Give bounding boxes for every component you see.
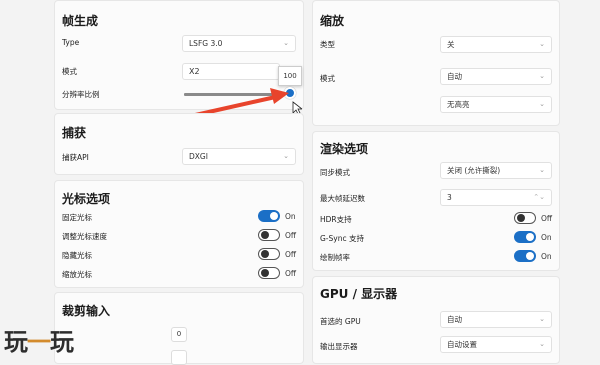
slider-value-tooltip: 100 [278, 66, 302, 86]
toggle-switch[interactable] [258, 229, 280, 241]
frame-gen-title: 帧生成 [62, 14, 99, 28]
toggle-switch[interactable] [258, 210, 280, 222]
gpu-title: GPU / 显示器 [320, 287, 398, 301]
type-select-value: LSFG 3.0 [189, 39, 223, 48]
toggle-label: HDR支持 [320, 215, 352, 224]
chevron-down-icon: ⌄ [283, 39, 289, 47]
toggle-knob [261, 231, 269, 239]
toggle-switch[interactable] [514, 250, 536, 262]
toggle-switch[interactable] [258, 248, 280, 260]
toggle-label: 绘制帧率 [320, 253, 350, 262]
output-display-select[interactable]: 自动设置 ⌄ [440, 336, 552, 353]
crop-title: 裁剪输入 [62, 304, 111, 318]
toggle-knob [517, 214, 525, 222]
scaling-type-label: 类型 [320, 40, 335, 49]
toggle-knob [270, 212, 278, 220]
sync-mode-value: 关闭 (允许撕裂) [447, 166, 501, 175]
toggle-label: 调整光标速度 [62, 232, 107, 241]
ratio-slider-fill [184, 93, 290, 96]
toggle-knob [526, 233, 534, 241]
watermark-right: 玩 [50, 327, 74, 356]
scaling-title: 缩放 [320, 14, 345, 28]
crop-input-2[interactable] [171, 350, 187, 365]
toggle-knob [526, 252, 534, 260]
sync-mode-label: 同步模式 [320, 168, 350, 177]
scaling-type-select[interactable]: 关 ⌄ [440, 36, 552, 53]
scaling-extra-value: 无高亮 [447, 100, 470, 109]
toggle-state-label: On [541, 233, 552, 242]
render-title: 渲染选项 [320, 142, 369, 156]
toggle-knob [261, 269, 269, 277]
toggle-switch[interactable] [258, 267, 280, 279]
output-display-label: 输出显示器 [320, 342, 358, 351]
gpu-label: 首选的 GPU [320, 317, 361, 326]
capture-api-value: DXGI [189, 152, 208, 161]
chevron-down-icon: ⌄ [539, 340, 545, 348]
scaling-mode-label: 模式 [320, 74, 335, 83]
toggle-label: 缩放光标 [62, 270, 92, 279]
capture-api-select[interactable]: DXGI ⌄ [182, 148, 296, 165]
mode-input[interactable]: X2 [182, 63, 280, 80]
watermark-dash: 一 [27, 327, 51, 356]
crop-input[interactable]: 0 [171, 327, 187, 342]
scaling-type-value: 关 [447, 40, 455, 49]
watermark-left: 玩 [4, 327, 28, 356]
toggle-knob [261, 250, 269, 258]
chevron-down-icon: ⌄ [283, 152, 289, 160]
toggle-state-label: Off [285, 269, 297, 278]
toggle-state-label: Off [285, 250, 297, 259]
site-watermark: 玩一玩 [4, 322, 74, 357]
capture-card [54, 113, 304, 175]
toggle-switch[interactable] [514, 212, 536, 224]
scaling-extra-select[interactable]: 无高亮 ⌄ [440, 96, 552, 113]
max-frames-value: 3 [447, 193, 452, 202]
gpu-value: 自动 [447, 315, 462, 324]
toggle-label: 固定光标 [62, 213, 92, 222]
type-label: Type [62, 38, 80, 47]
scaling-mode-value: 自动 [447, 72, 462, 81]
gpu-select[interactable]: 自动 ⌄ [440, 311, 552, 328]
cursor-title: 光标选项 [62, 192, 111, 206]
chevron-down-icon: ⌄ [539, 40, 545, 48]
scaling-mode-select[interactable]: 自动 ⌄ [440, 68, 552, 85]
toggle-state-label: On [541, 252, 552, 261]
toggle-label: 隐藏光标 [62, 251, 92, 260]
chevron-down-icon: ⌄ [539, 166, 545, 174]
max-frames-stepper[interactable]: 3 ⌃⌄ [440, 189, 552, 206]
ratio-slider-thumb[interactable] [284, 87, 296, 99]
toggle-label: G-Sync 支持 [320, 234, 364, 243]
mode-label: 模式 [62, 67, 77, 76]
toggle-state-label: Off [541, 214, 553, 223]
toggle-state-label: Off [285, 231, 297, 240]
toggle-state-label: On [285, 212, 296, 221]
chevron-down-icon: ⌄ [539, 72, 545, 80]
ratio-label: 分辨率比例 [62, 90, 100, 99]
chevron-down-icon: ⌄ [539, 315, 545, 323]
output-display-value: 自动设置 [447, 340, 477, 349]
sync-mode-select[interactable]: 关闭 (允许撕裂) ⌄ [440, 162, 552, 179]
capture-api-label: 捕获API [62, 153, 89, 162]
max-frames-label: 最大帧延迟数 [320, 194, 365, 203]
stepper-arrows-icon[interactable]: ⌃⌄ [533, 190, 545, 205]
toggle-switch[interactable] [514, 231, 536, 243]
chevron-down-icon: ⌄ [539, 100, 545, 108]
capture-title: 捕获 [62, 126, 87, 140]
type-select[interactable]: LSFG 3.0 ⌄ [182, 35, 296, 52]
